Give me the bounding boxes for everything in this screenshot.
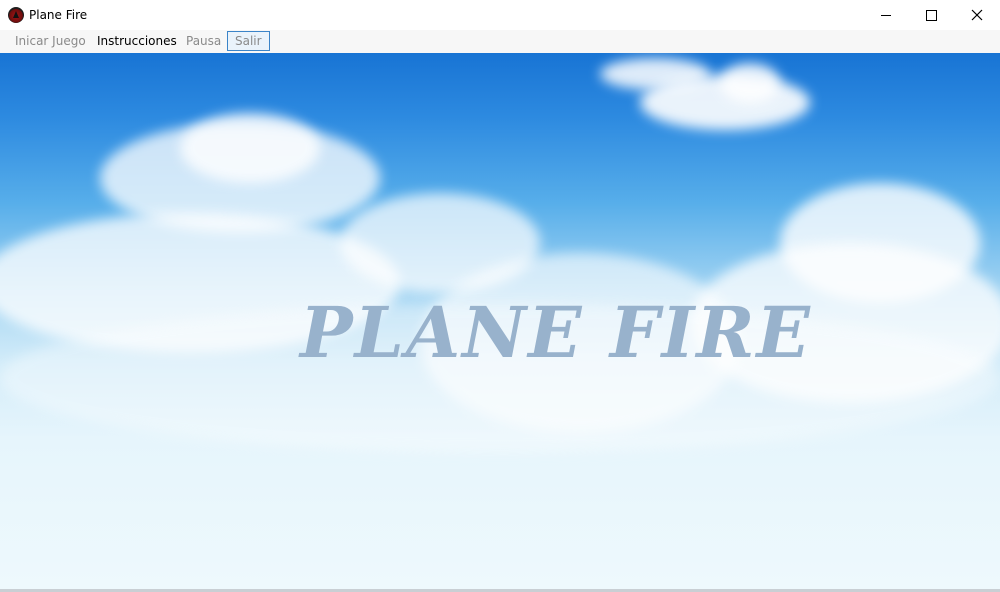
app-icon [8, 7, 24, 23]
title-bar[interactable]: Plane Fire [0, 0, 1000, 30]
cloud [720, 63, 780, 103]
menu-item-pausa[interactable]: Pausa [180, 31, 227, 51]
menu-item-salir[interactable]: Salir [227, 31, 270, 51]
maximize-icon [925, 9, 937, 21]
maximize-button[interactable] [908, 0, 954, 30]
game-canvas[interactable]: PLANE FIRE [0, 53, 1000, 589]
minimize-button[interactable] [863, 0, 909, 30]
menu-item-instrucciones[interactable]: Instrucciones [91, 31, 183, 51]
menu-item-iniciar-juego[interactable]: Inicar Juego [9, 31, 92, 51]
menu-bar: Inicar Juego Instrucciones Pausa Salir [0, 30, 1000, 53]
window-title: Plane Fire [29, 8, 88, 22]
close-icon [971, 9, 983, 21]
game-window: Plane Fire Inicar Juego Instrucciones Pa… [0, 0, 1000, 592]
minimize-icon [881, 14, 891, 16]
close-button[interactable] [954, 0, 1000, 30]
game-title: PLANE FIRE [300, 291, 812, 374]
cloud [180, 113, 320, 183]
